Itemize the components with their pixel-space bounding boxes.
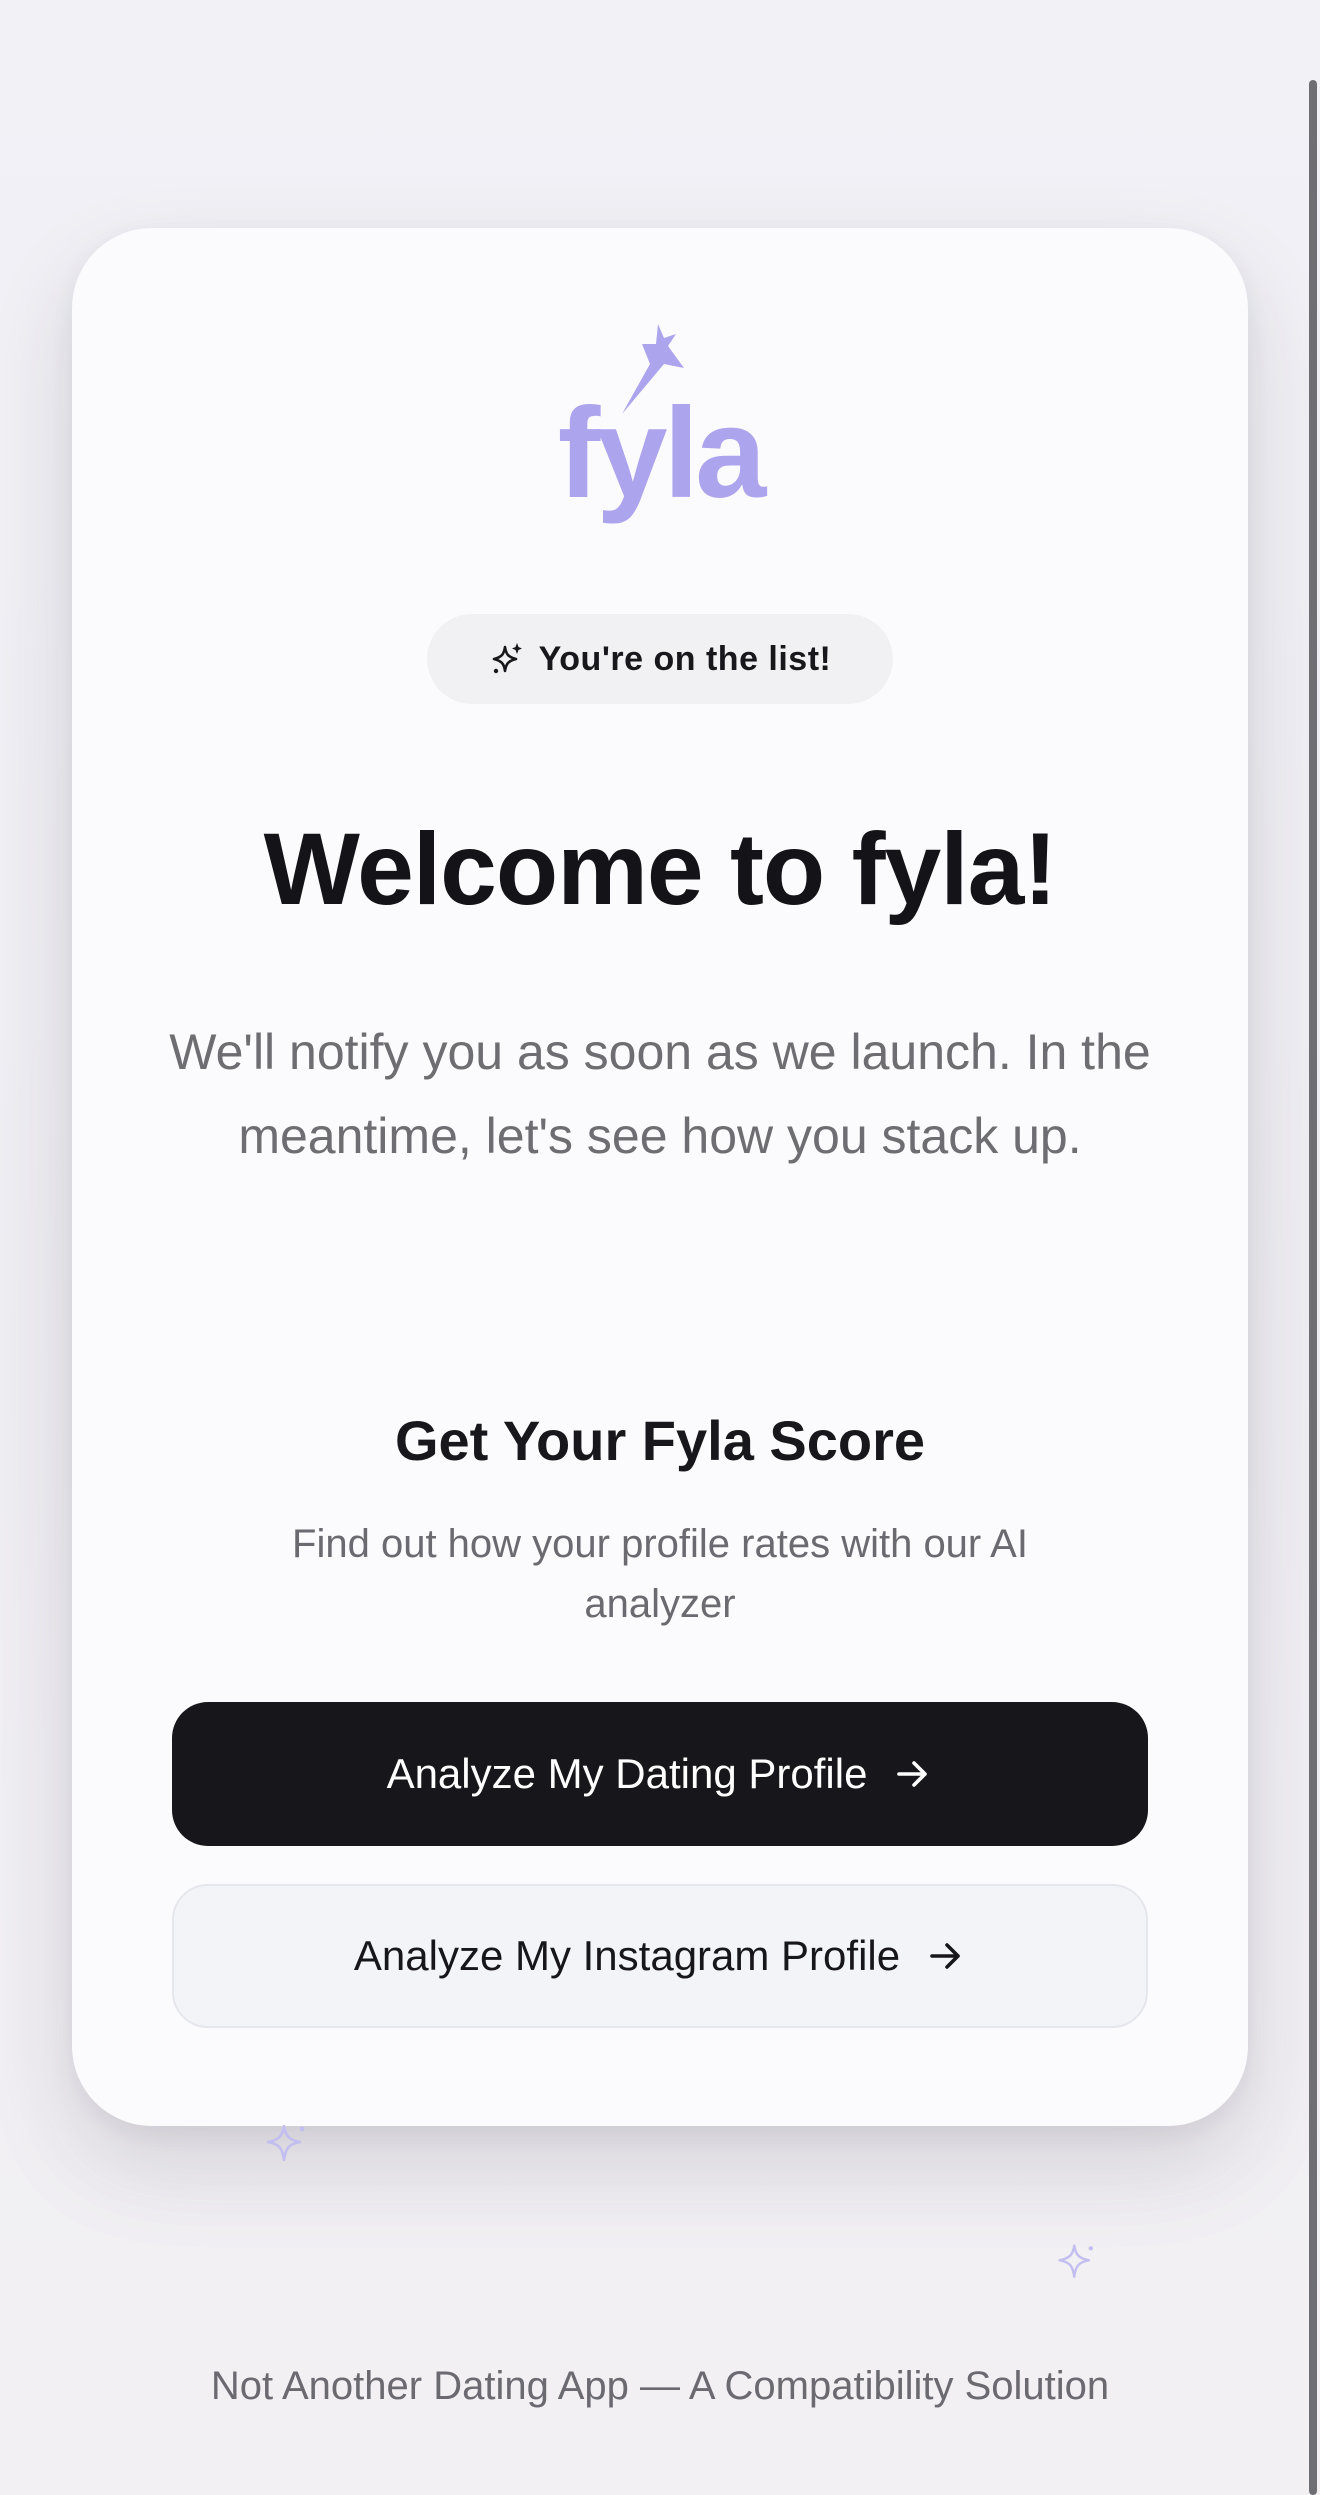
footer-tagline: Not Another Dating App — A Compatibility… — [210, 2364, 1110, 2408]
fyla-logo: fyla — [550, 324, 770, 524]
analyze-instagram-profile-button[interactable]: Analyze My Instagram Profile — [172, 1884, 1148, 2028]
sparkle-decoration-icon — [266, 2124, 305, 2162]
sparkles-icon — [492, 643, 522, 674]
score-section-description: Find out how your profile rates with our… — [292, 1522, 1028, 1626]
analyze-instagram-profile-label: Analyze My Instagram Profile — [353, 1932, 901, 1979]
hero-subtitle: We'll notify you as soon as we launch. I… — [169, 1024, 1151, 1164]
welcome-card: fyla You're on the list! Welcome to fyla… — [72, 228, 1248, 2126]
logo-wordmark: fyla — [557, 382, 767, 525]
analyze-dating-profile-label: Analyze My Dating Profile — [386, 1750, 868, 1797]
score-section-title: Get Your Fyla Score — [394, 1409, 926, 1472]
page-title: Welcome to fyla! — [263, 812, 1058, 926]
analyze-dating-profile-button[interactable]: Analyze My Dating Profile — [172, 1702, 1148, 1846]
scrollbar[interactable] — [1309, 80, 1317, 2495]
sparkle-decoration-icon — [1058, 2244, 1094, 2278]
arrow-right-icon — [897, 1761, 928, 1787]
waitlist-status-badge: You're on the list! — [427, 614, 893, 704]
badge-label: You're on the list! — [538, 639, 832, 678]
arrow-right-icon — [930, 1943, 960, 1969]
page: fyla You're on the list! Welcome to fyla… — [0, 0, 1320, 2495]
